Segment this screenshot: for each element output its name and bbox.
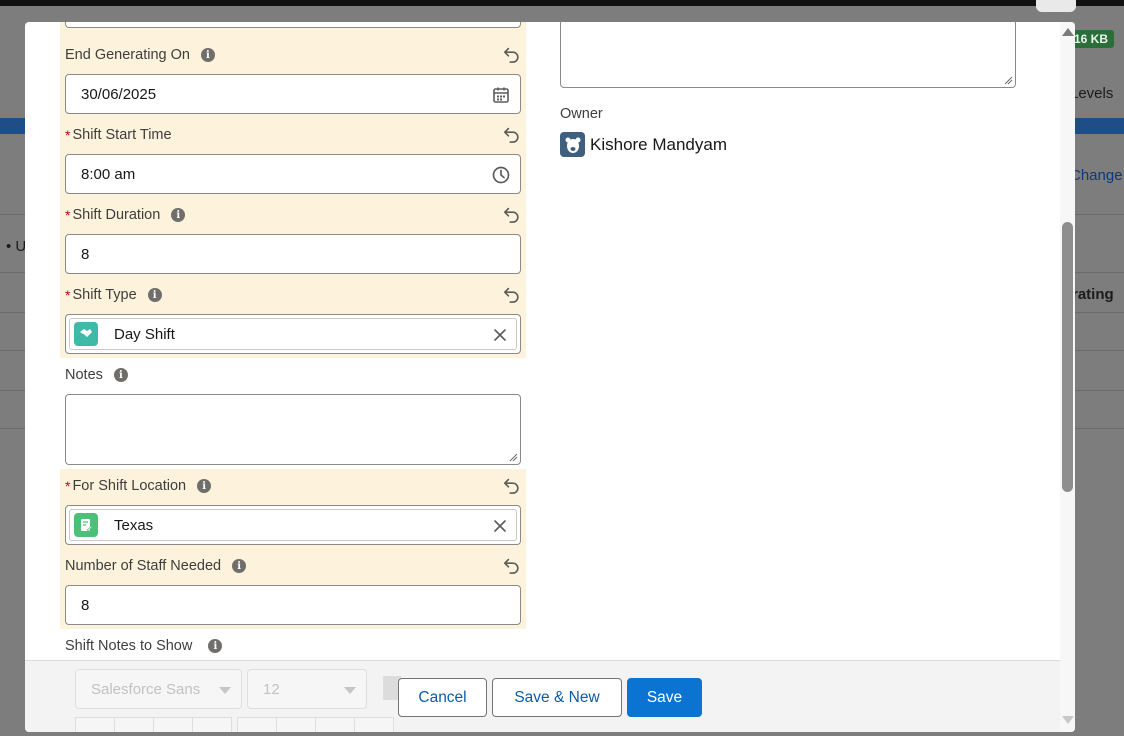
shift-start-time-value: 8:00 am xyxy=(81,165,136,183)
number-of-staff-needed-field: Number of Staff Needed i 8 xyxy=(65,556,521,625)
scrollbar-thumb[interactable] xyxy=(1062,222,1073,492)
clock-icon[interactable] xyxy=(491,165,511,185)
scroll-down-arrow-icon[interactable] xyxy=(1062,716,1074,724)
resize-grip-icon[interactable] xyxy=(508,452,518,462)
background-corner-tab xyxy=(1036,0,1076,12)
modal-footer: Salesforce Sans 12 Cancel Save & New Sav… xyxy=(25,660,1060,732)
shift-type-pill[interactable]: Day Shift xyxy=(69,318,517,350)
number-of-staff-needed-value: 8 xyxy=(81,596,90,614)
undo-icon[interactable] xyxy=(503,45,521,63)
undo-icon[interactable] xyxy=(503,556,521,574)
background-bullet-text: • U xyxy=(6,238,27,255)
previous-field-input[interactable] xyxy=(65,22,521,28)
font-size-value: 12 xyxy=(263,680,280,698)
owner-label: Owner xyxy=(560,106,603,122)
shift-type-value: Day Shift xyxy=(114,325,175,343)
shift-start-time-label: Shift Start Time xyxy=(72,127,172,143)
end-generating-on-input[interactable]: 30/06/2025 xyxy=(65,74,521,114)
description-textarea[interactable] xyxy=(560,22,1016,88)
save-and-new-button[interactable]: Save & New xyxy=(492,678,622,717)
notes-label: Notes xyxy=(65,367,103,383)
background-generating-text: rating xyxy=(1072,286,1114,303)
for-shift-location-lookup[interactable]: Texas xyxy=(65,505,521,545)
shift-type-label: Shift Type xyxy=(72,287,137,303)
resize-grip-icon[interactable] xyxy=(1003,75,1013,85)
shift-type-field: * Shift Type i Day Shift xyxy=(65,285,521,354)
bullet-list-button[interactable] xyxy=(237,717,277,732)
location-object-icon xyxy=(74,513,98,537)
cancel-button[interactable]: Cancel xyxy=(398,678,487,717)
shift-start-time-field: * Shift Start Time 8:00 am xyxy=(65,125,521,194)
end-generating-on-value: 30/06/2025 xyxy=(81,85,157,103)
outdent-button[interactable] xyxy=(354,717,394,732)
required-indicator: * xyxy=(65,287,71,303)
shift-duration-value: 8 xyxy=(81,245,90,263)
for-shift-location-pill[interactable]: Texas xyxy=(69,509,517,541)
notes-field: Notes i xyxy=(65,365,521,465)
info-icon[interactable]: i xyxy=(200,48,215,62)
bold-button[interactable] xyxy=(75,717,115,732)
number-of-staff-needed-input[interactable]: 8 xyxy=(65,585,521,625)
owner-value[interactable]: Kishore Mandyam xyxy=(560,132,727,157)
owner-name: Kishore Mandyam xyxy=(590,134,728,154)
info-icon[interactable]: i xyxy=(197,479,212,493)
shift-duration-field: * Shift Duration i 8 xyxy=(65,205,521,274)
undo-icon[interactable] xyxy=(503,125,521,143)
font-family-select[interactable]: Salesforce Sans xyxy=(75,669,242,709)
number-list-button[interactable] xyxy=(276,717,316,732)
chevron-down-icon xyxy=(344,687,356,694)
for-shift-location-field: * For Shift Location i Texas xyxy=(65,476,521,545)
owner-avatar-icon xyxy=(560,132,585,157)
required-indicator: * xyxy=(65,207,71,223)
underline-button[interactable] xyxy=(153,717,193,732)
strikethrough-button[interactable] xyxy=(192,717,232,732)
shift-start-time-input[interactable]: 8:00 am xyxy=(65,154,521,194)
undo-icon[interactable] xyxy=(503,476,521,494)
for-shift-location-value: Texas xyxy=(114,516,154,534)
info-icon[interactable]: i xyxy=(147,288,162,302)
font-family-value: Salesforce Sans xyxy=(91,680,201,698)
clear-icon[interactable] xyxy=(492,518,508,534)
for-shift-location-label: For Shift Location xyxy=(72,478,187,494)
shift-notes-to-show-field: Shift Notes to Show i xyxy=(65,636,521,656)
shift-type-lookup[interactable]: Day Shift xyxy=(65,314,521,354)
info-icon[interactable]: i xyxy=(113,368,128,382)
indent-button[interactable] xyxy=(315,717,355,732)
undo-icon[interactable] xyxy=(503,285,521,303)
clear-icon[interactable] xyxy=(492,327,508,343)
info-icon[interactable]: i xyxy=(232,559,247,573)
save-button[interactable]: Save xyxy=(627,678,702,717)
undo-icon[interactable] xyxy=(503,205,521,223)
shift-duration-input[interactable]: 8 xyxy=(65,234,521,274)
required-indicator: * xyxy=(65,478,71,494)
required-indicator: * xyxy=(65,127,71,143)
scroll-up-arrow-icon[interactable] xyxy=(1062,28,1074,36)
background-levels-text: Levels xyxy=(1070,85,1114,102)
background-topbar xyxy=(0,0,1124,6)
italic-button[interactable] xyxy=(114,717,154,732)
modal-scrollbar[interactable] xyxy=(1060,22,1075,732)
end-generating-on-label: End Generating On xyxy=(65,47,190,63)
shift-duration-label: Shift Duration xyxy=(72,207,161,223)
shift-notes-to-show-label: Shift Notes to Show xyxy=(65,638,193,654)
background-change-link: Change xyxy=(1070,167,1123,184)
chevron-down-icon xyxy=(219,687,231,694)
number-of-staff-needed-label: Number of Staff Needed xyxy=(65,558,222,574)
calendar-icon[interactable] xyxy=(491,85,511,105)
shift-type-object-icon xyxy=(74,322,98,346)
font-size-select[interactable]: 12 xyxy=(247,669,367,709)
modal-content: End Generating On i 30/06/2025 * Shift S… xyxy=(25,22,1060,660)
notes-textarea[interactable] xyxy=(65,394,521,465)
info-icon[interactable]: i xyxy=(171,208,186,222)
end-generating-on-field: End Generating On i 30/06/2025 xyxy=(65,45,521,114)
info-icon[interactable]: i xyxy=(208,639,223,653)
new-shift-pattern-modal: End Generating On i 30/06/2025 * Shift S… xyxy=(25,22,1075,732)
